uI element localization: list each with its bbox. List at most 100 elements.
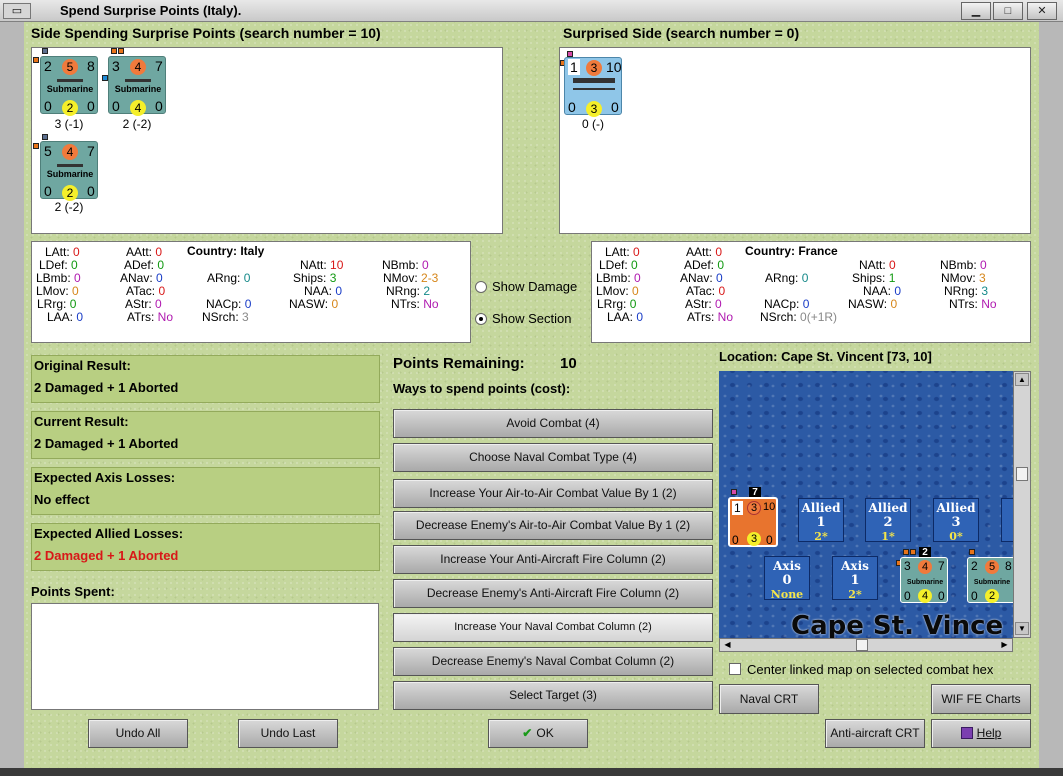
unit-stat-left: 0 [44, 98, 52, 114]
naval-unit-counter[interactable]: 1 3 10 0 3 0 [564, 57, 622, 117]
unit-stat-mid: 2 [62, 185, 78, 201]
allied-search-box-3[interactable]: Allied 3 0* [933, 498, 979, 543]
stat-label: LAA: [47, 310, 74, 324]
submarine-counter[interactable]: 2 5 8 Submarine 0 2 0 [40, 56, 98, 116]
scroll-down-icon[interactable]: ▼ [1015, 622, 1029, 635]
unit-defense: 5 [985, 560, 999, 574]
stat-label: AAtt: [126, 245, 153, 259]
stat-value: 0 [716, 271, 723, 285]
points-spent-list[interactable] [31, 603, 379, 710]
unit-range: 10 [606, 59, 622, 75]
location-label: Location: Cape St. Vincent [73, 10] [719, 349, 932, 364]
axis-losses-label: Expected Axis Losses: [34, 470, 176, 485]
decrease-enemy-air-to-air-button[interactable]: Decrease Enemy's Air-to-Air Combat Value… [393, 511, 713, 540]
box-number: 1 [850, 573, 860, 588]
stat-value: 0 [633, 245, 640, 259]
unit-marker-icon [33, 143, 39, 149]
center-linked-map-checkbox[interactable] [729, 663, 741, 675]
unit-defense: 5 [62, 59, 78, 75]
spending-side-header: Side Spending Surprise Points (search nu… [31, 25, 381, 41]
scroll-left-icon[interactable]: ◀ [721, 639, 734, 651]
decrease-enemy-naval-combat-button[interactable]: Decrease Enemy's Naval Combat Column (2) [393, 647, 713, 676]
axis-losses-panel: Expected Axis Losses: No effect [31, 467, 380, 515]
stat-value: 2 [423, 284, 431, 298]
submarine-counter[interactable]: 3 4 7 Submarine 0 4 0 [108, 56, 166, 116]
submarine-counter[interactable]: 5 4 7 Submarine 0 2 0 [40, 141, 98, 201]
system-menu-icon[interactable]: ▭ [3, 3, 31, 19]
unit-stat-mid: 3 [747, 532, 761, 546]
show-damage-label[interactable]: Show Damage [492, 279, 577, 294]
stat-value: 0 [158, 284, 166, 298]
stat-label: ANav: [680, 271, 713, 285]
increase-anti-aircraft-button[interactable]: Increase Your Anti-Aircraft Fire Column … [393, 545, 713, 574]
allied-search-box-partial[interactable] [1001, 498, 1013, 542]
center-linked-map-label[interactable]: Center linked map on selected combat hex [747, 662, 993, 677]
map-submarine-stack[interactable]: 2 5 8 Submarine 0 2 [967, 557, 1013, 603]
decrease-enemy-anti-aircraft-button[interactable]: Decrease Enemy's Anti-Aircraft Fire Colu… [393, 579, 713, 608]
scroll-up-icon[interactable]: ▲ [1015, 373, 1029, 386]
allied-search-box-2[interactable]: Allied 2 1* [865, 498, 911, 543]
stat-value: 0 [889, 258, 896, 272]
stat-label: NMov: [383, 271, 418, 285]
stat-label: NBmb: [382, 258, 419, 272]
stat-label: NSrch: [760, 310, 797, 324]
allied-losses-panel: Expected Allied Losses: 2 Damaged + 1 Ab… [31, 523, 380, 571]
stat-value: 0 [980, 258, 987, 272]
map-vertical-scrollbar[interactable]: ▲ ▼ [1013, 371, 1031, 638]
stat-label: NAA: [863, 284, 892, 298]
stat-label: Ships: [293, 271, 327, 285]
increase-naval-combat-button[interactable]: Increase Your Naval Combat Column (2) [393, 613, 713, 642]
unit-stat-left: 0 [44, 183, 52, 199]
axis-search-box-1[interactable]: Axis 1 2* [832, 556, 878, 601]
map-submarine-stack[interactable]: 3 4 7 Submarine 0 4 0 [900, 557, 948, 603]
stat-value: 0 [73, 245, 80, 259]
map-naval-unit[interactable]: 1 3 10 0 3 0 [728, 497, 778, 547]
axis-search-box-0[interactable]: Axis 0 None [764, 556, 810, 601]
title-bar: ▭ Spend Surprise Points (Italy). ▁ □ ✕ [0, 0, 1063, 22]
box-side: Allied [801, 501, 841, 515]
show-section-label[interactable]: Show Section [492, 311, 572, 326]
submarine-icon [125, 79, 151, 82]
dialog-window: ▭ Spend Surprise Points (Italy). ▁ □ ✕ S… [0, 0, 1063, 776]
unit-defense: 4 [62, 144, 78, 160]
unit-defense: 3 [586, 60, 602, 76]
avoid-combat-button[interactable]: Avoid Combat (4) [393, 409, 713, 438]
stat-value: 0 [715, 245, 723, 259]
unit-type: Submarine [973, 579, 1011, 586]
unit-type: Submarine [114, 84, 162, 94]
map-horizontal-scrollbar[interactable]: ◀ ▶ [719, 638, 1013, 652]
show-damage-radio[interactable] [475, 281, 487, 293]
help-button[interactable]: Help [931, 719, 1031, 748]
scroll-thumb[interactable] [856, 639, 868, 651]
anti-aircraft-crt-button[interactable]: Anti-aircraft CRT [825, 719, 925, 748]
unit-range: 8 [87, 58, 95, 74]
ship-icon [573, 78, 615, 83]
unit-marker-icon [42, 48, 48, 54]
submarine-icon [57, 79, 83, 82]
show-section-radio[interactable] [475, 313, 487, 325]
increase-air-to-air-button[interactable]: Increase Your Air-to-Air Combat Value By… [393, 479, 713, 508]
stat-label: LMov: [596, 284, 629, 298]
scroll-thumb[interactable] [1016, 467, 1028, 481]
stat-value: 2-3 [421, 271, 439, 285]
naval-crt-button[interactable]: Naval CRT [719, 684, 819, 714]
maximize-button[interactable]: □ [993, 2, 1023, 20]
minimize-button[interactable]: ▁ [961, 2, 991, 20]
stat-value: 0 [69, 297, 77, 311]
select-target-button[interactable]: Select Target (3) [393, 681, 713, 710]
close-button[interactable]: ✕ [1027, 2, 1057, 20]
ok-button[interactable]: ✔ OK [488, 719, 588, 748]
allied-search-box-1[interactable]: Allied 1 2* [798, 498, 844, 543]
wif-fe-charts-button[interactable]: WIF FE Charts [931, 684, 1031, 714]
allied-stats-panel: LAtt: 0 LDef: 0 LBmb: 0 LMov: 0 LRrg: 0 … [591, 241, 1031, 343]
undo-last-button[interactable]: Undo Last [238, 719, 338, 748]
linked-map[interactable]: 7 1 3 10 0 3 0 Allied 1 2* Allied 2 1* A… [719, 371, 1013, 638]
unit-stat-left: 0 [904, 589, 911, 603]
spending-units-panel: 2 5 8 Submarine 0 2 0 3 (-1) 3 4 7 Subma… [31, 47, 503, 234]
scroll-right-icon[interactable]: ▶ [998, 639, 1011, 651]
stat-label: ADef: [684, 258, 715, 272]
choose-naval-combat-type-button[interactable]: Choose Naval Combat Type (4) [393, 443, 713, 472]
stat-label: ADef: [124, 258, 155, 272]
stat-value: 0 [634, 271, 641, 285]
undo-all-button[interactable]: Undo All [88, 719, 188, 748]
